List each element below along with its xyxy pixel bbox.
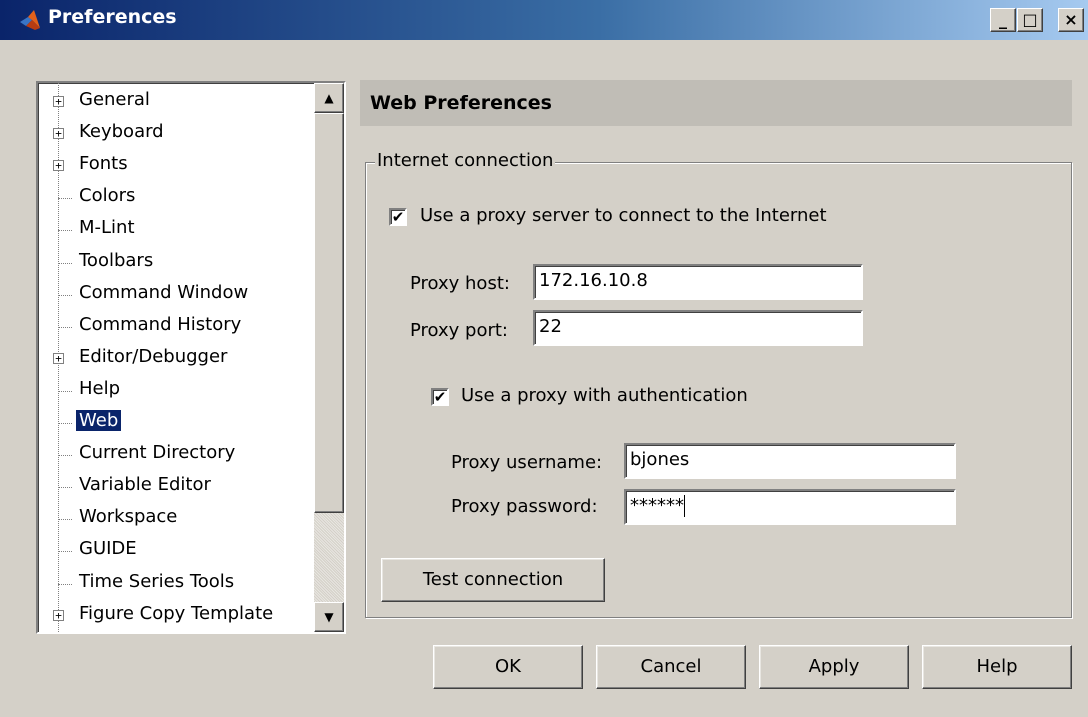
- use-proxy-label[interactable]: Use a proxy server to connect to the Int…: [420, 205, 827, 226]
- tree-connector: [58, 230, 72, 232]
- minimize-button[interactable]: _: [990, 8, 1016, 32]
- proxy-port-label: Proxy port:: [410, 320, 508, 341]
- tree-connector: [58, 423, 72, 424]
- tree-item-label[interactable]: Colors: [76, 185, 138, 206]
- maximize-button[interactable]: □: [1017, 8, 1043, 32]
- tree-item-label[interactable]: Help: [76, 378, 123, 399]
- proxy-port-field[interactable]: 22: [533, 310, 863, 346]
- expand-icon[interactable]: +: [53, 609, 64, 621]
- tree-connector: [58, 583, 72, 585]
- proxy-host-field[interactable]: 172.16.10.8: [533, 264, 863, 300]
- scroll-down-button[interactable]: ▼: [314, 602, 344, 632]
- preferences-tree[interactable]: + General + Keyboard + Fonts Colors M-Lint Toolb…: [36, 81, 346, 634]
- tree-item-label[interactable]: GUIDE: [76, 538, 140, 559]
- apply-button[interactable]: Apply: [759, 645, 909, 689]
- tree-scrollbar[interactable]: ▲ ▼: [314, 83, 344, 632]
- proxy-username-label: Proxy username:: [451, 452, 603, 473]
- tree-item-label[interactable]: Command History: [76, 314, 244, 335]
- group-title: Internet connection: [375, 150, 556, 171]
- tree-item-label[interactable]: Command Window: [76, 282, 251, 303]
- panel-header: Web Preferences: [360, 80, 1072, 126]
- proxy-host-label: Proxy host:: [410, 273, 510, 294]
- tree-item-label[interactable]: Workspace: [76, 506, 180, 527]
- tree-item-label[interactable]: M-Lint: [76, 217, 138, 238]
- tree-connector: [58, 551, 72, 553]
- cancel-button[interactable]: Cancel: [596, 645, 746, 689]
- help-button[interactable]: Help: [922, 645, 1072, 689]
- matlab-logo-icon: [20, 10, 40, 30]
- tree-connector: [58, 326, 72, 328]
- expand-icon[interactable]: +: [53, 352, 64, 364]
- tree-item-label[interactable]: General: [76, 89, 153, 110]
- tree-connector: [58, 294, 72, 296]
- tree-item-label[interactable]: Editor/Debugger: [76, 346, 230, 367]
- proxy-auth-label[interactable]: Use a proxy with authentication: [461, 385, 748, 406]
- tree-item-label[interactable]: Figure Copy Template: [76, 603, 276, 624]
- window-title: Preferences: [48, 6, 177, 28]
- ok-button[interactable]: OK: [433, 645, 583, 689]
- tree-item-label[interactable]: Toolbars: [76, 250, 156, 271]
- tree-item-label[interactable]: Keyboard: [76, 121, 167, 142]
- tree-connector: [58, 198, 72, 200]
- tree-item-label[interactable]: Fonts: [76, 153, 131, 174]
- use-proxy-checkbox[interactable]: ✔: [389, 208, 407, 226]
- tree-connector: [58, 262, 72, 264]
- title-bar: Preferences _ □ ×: [0, 0, 1088, 42]
- tree-item-label[interactable]: Time Series Tools: [76, 571, 237, 592]
- proxy-auth-checkbox[interactable]: ✔: [431, 388, 449, 406]
- tree-item-label[interactable]: Current Directory: [76, 442, 238, 463]
- text-cursor: [684, 495, 685, 517]
- scroll-up-button[interactable]: ▲: [314, 83, 344, 113]
- proxy-password-field[interactable]: ******: [624, 489, 956, 525]
- expand-icon[interactable]: +: [53, 96, 64, 107]
- proxy-password-label: Proxy password:: [451, 496, 598, 517]
- tree-connector: [58, 455, 72, 457]
- expand-icon[interactable]: +: [53, 160, 64, 172]
- tree-connector: [58, 487, 72, 489]
- tree-connector: [58, 519, 72, 521]
- tree-connector: [58, 390, 72, 392]
- expand-icon[interactable]: +: [53, 128, 64, 140]
- proxy-username-field[interactable]: bjones: [624, 443, 956, 479]
- password-value: ******: [630, 495, 684, 516]
- close-button[interactable]: ×: [1058, 8, 1084, 32]
- tree-item-label[interactable]: Web: [76, 410, 122, 431]
- scroll-thumb[interactable]: [314, 113, 344, 513]
- tree-item-label[interactable]: Variable Editor: [76, 474, 214, 495]
- test-connection-button[interactable]: Test connection: [381, 558, 605, 602]
